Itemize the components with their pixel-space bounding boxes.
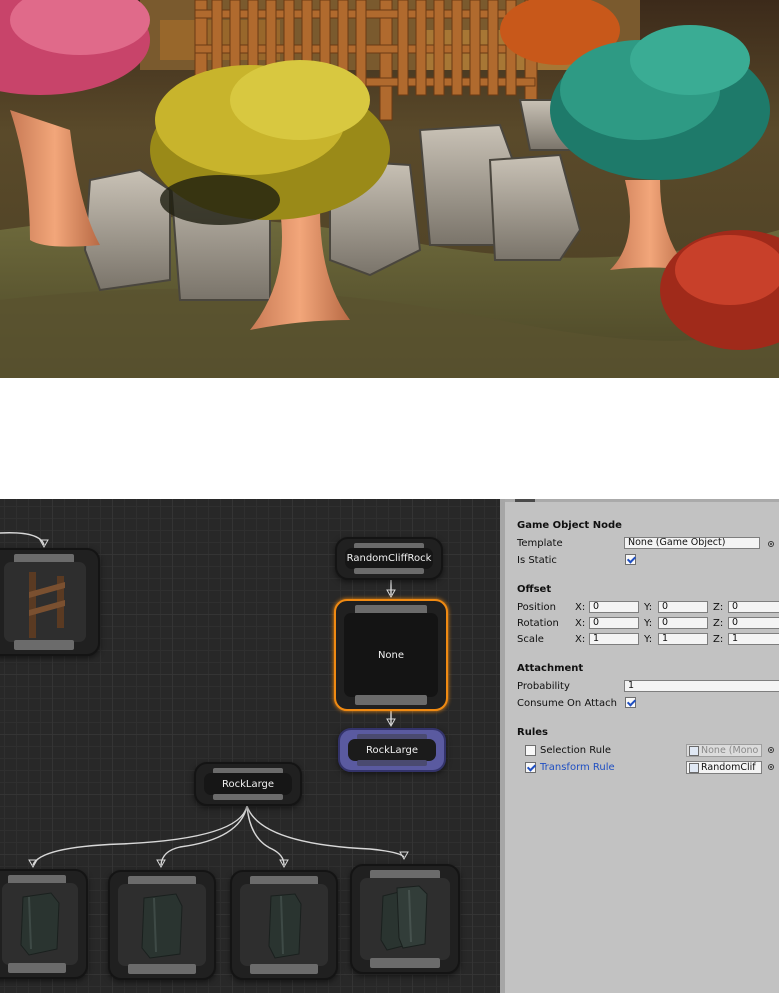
inspector-tab-strip	[505, 499, 779, 502]
selection-rule-field[interactable]: None (Mono	[686, 744, 762, 757]
position-x-field[interactable]: 0	[589, 601, 639, 613]
node-output-pin[interactable]	[8, 963, 66, 973]
rock-node[interactable]	[108, 870, 216, 980]
graph-editor-canvas[interactable]: RandomCliffRock None RockLarge RockLarge	[0, 499, 500, 993]
rock-large-parent-node[interactable]: RockLarge	[194, 762, 302, 806]
section-title-game-object-node: Game Object Node	[517, 520, 622, 531]
script-icon	[689, 746, 699, 756]
link-rocklarge-rock3	[246, 805, 285, 866]
rotation-x-field[interactable]: 0	[589, 617, 639, 629]
position-label: Position	[517, 602, 556, 613]
section-title-offset: Offset	[517, 584, 552, 595]
rock-icon	[20, 892, 60, 956]
rock-node[interactable]	[230, 870, 338, 980]
rock-thumbnail	[118, 884, 206, 966]
rock-thumbnail	[360, 878, 450, 960]
script-icon	[689, 763, 699, 773]
object-picker-icon[interactable]	[768, 747, 774, 753]
none-node[interactable]: None	[334, 599, 448, 711]
axis-x-label: X:	[575, 618, 586, 629]
consume-on-attach-label: Consume On Attach	[517, 698, 617, 709]
link-rocklarge-rock4	[246, 805, 405, 858]
axis-x-label: X:	[575, 602, 586, 613]
node-output-pin[interactable]	[357, 760, 427, 766]
consume-on-attach-checkbox[interactable]	[625, 697, 636, 708]
node-output-pin[interactable]	[354, 568, 424, 574]
scale-y-field[interactable]: 1	[658, 633, 708, 645]
probability-label: Probability	[517, 681, 570, 692]
rock-thumbnail	[240, 884, 328, 966]
node-face: RandomCliffRock	[345, 548, 433, 569]
inspector-tab[interactable]	[515, 499, 535, 502]
scale-x-field[interactable]: 1	[589, 633, 639, 645]
transform-rule-checkbox[interactable]	[525, 762, 536, 773]
node-label: RandomCliffRock	[346, 553, 432, 564]
node-output-pin[interactable]	[213, 794, 283, 800]
scale-z-field[interactable]: 1	[728, 633, 779, 645]
link-top-left	[0, 532, 45, 546]
rock-node[interactable]	[350, 864, 460, 974]
section-title-rules: Rules	[517, 727, 548, 738]
rotation-label: Rotation	[517, 618, 559, 629]
axis-y-label: Y:	[644, 618, 653, 629]
selection-rule-value: None (Mono	[701, 745, 759, 756]
rock-icon	[268, 893, 302, 959]
rotation-y-field[interactable]: 0	[658, 617, 708, 629]
rock-large-child-node[interactable]: RockLarge	[338, 728, 446, 772]
rock-icon	[141, 893, 183, 959]
fence-icon	[29, 572, 65, 638]
object-picker-icon[interactable]	[768, 764, 774, 770]
link-rocklarge-rock2	[160, 805, 248, 866]
game-scene-preview	[0, 0, 779, 378]
node-output-pin[interactable]	[128, 964, 196, 974]
selection-rule-checkbox[interactable]	[525, 745, 536, 756]
axis-y-label: Y:	[644, 602, 653, 613]
axis-z-label: Z:	[713, 618, 724, 629]
fence-thumbnail	[4, 562, 86, 642]
rock-icon	[380, 885, 428, 951]
inspector-panel: Game Object Node Template None (Game Obj…	[500, 499, 779, 993]
rotation-z-field[interactable]: 0	[728, 617, 779, 629]
section-title-attachment: Attachment	[517, 663, 584, 674]
node-label: RockLarge	[221, 778, 275, 790]
scale-label: Scale	[517, 634, 544, 645]
link-rocklarge-rock1	[32, 805, 248, 866]
node-label: None	[377, 649, 405, 661]
template-field[interactable]: None (Game Object)	[624, 537, 760, 549]
axis-z-label: Z:	[713, 634, 724, 645]
transform-rule-field[interactable]: RandomClif	[686, 761, 762, 774]
rock-node[interactable]	[0, 869, 88, 979]
node-output-pin[interactable]	[250, 964, 318, 974]
rock-thumbnail	[2, 883, 78, 965]
axis-z-label: Z:	[713, 602, 724, 613]
is-static-checkbox[interactable]	[625, 554, 636, 565]
transform-rule-value: RandomClif	[701, 762, 756, 773]
random-cliff-rock-node[interactable]: RandomCliffRock	[335, 537, 443, 580]
is-static-label: Is Static	[517, 555, 557, 566]
forest-scene-image	[0, 0, 779, 378]
node-output-pin[interactable]	[370, 958, 440, 968]
object-picker-icon[interactable]	[768, 541, 774, 547]
node-output-pin[interactable]	[355, 695, 427, 705]
position-z-field[interactable]: 0	[728, 601, 779, 613]
axis-y-label: Y:	[644, 634, 653, 645]
node-label: RockLarge	[365, 744, 419, 756]
fence-node[interactable]	[0, 548, 100, 656]
node-face: None	[344, 613, 438, 697]
probability-field[interactable]: 1	[624, 680, 779, 692]
axis-x-label: X:	[575, 634, 586, 645]
node-face: RockLarge	[348, 739, 436, 761]
position-y-field[interactable]: 0	[658, 601, 708, 613]
node-output-pin[interactable]	[14, 640, 74, 650]
template-label: Template	[517, 538, 563, 549]
selection-rule-label: Selection Rule	[540, 745, 612, 756]
node-face: RockLarge	[204, 773, 292, 795]
transform-rule-label: Transform Rule	[540, 762, 615, 773]
